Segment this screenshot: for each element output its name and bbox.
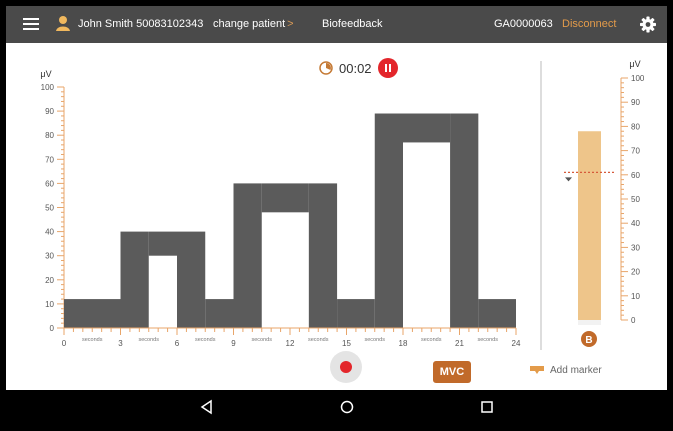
x-axis-unit-label: seconds (478, 337, 499, 343)
recents-icon[interactable] (477, 397, 497, 417)
meter-tick-label: 10 (631, 292, 640, 301)
meter-tick-label: 90 (631, 98, 640, 107)
home-icon[interactable] (337, 397, 357, 417)
meter-tick-label: 20 (631, 268, 640, 277)
emg-segment (148, 231, 177, 256)
emg-segment (64, 299, 121, 328)
x-tick-label: 24 (512, 339, 521, 348)
add-marker-label: Add marker (550, 365, 602, 376)
emg-segment (478, 299, 516, 328)
emg-segment (177, 231, 206, 328)
emg-segment (308, 183, 338, 328)
x-tick-label: 9 (231, 339, 236, 348)
x-tick-label: 12 (286, 339, 295, 348)
x-tick-label: 3 (118, 339, 123, 348)
marker-icon (530, 365, 544, 374)
chart-ylabel: μV (40, 69, 51, 79)
emg-chart: μV 0102030405060708090100 0 3 6 9 12 15 18 21 24… (40, 59, 645, 350)
top-bar: John Smith 50083102343 change patient > B… (6, 6, 667, 43)
meter-tick-label: 40 (631, 219, 640, 228)
y-tick-label: 40 (45, 228, 54, 237)
emg-segment (120, 231, 149, 328)
emg-segment (374, 113, 403, 328)
y-tick-label: 30 (45, 252, 54, 261)
meter-tick-label: 100 (631, 74, 645, 83)
mvc-button[interactable]: MVC (433, 361, 471, 383)
meter-tick-label: 70 (631, 147, 640, 156)
x-tick-label: 6 (175, 339, 180, 348)
threshold-arrow-icon[interactable] (565, 177, 572, 182)
x-axis-unit-label: seconds (82, 337, 103, 343)
page-title: Biofeedback (322, 18, 383, 30)
emg-segment (403, 113, 451, 143)
android-nav-bar (6, 390, 667, 425)
x-axis-unit-label: seconds (365, 337, 386, 343)
meter-tick-label: 50 (631, 195, 640, 204)
emg-segment (205, 299, 234, 328)
y-tick-label: 90 (45, 107, 54, 116)
meter-tick-label: 80 (631, 122, 640, 131)
emg-segment (233, 183, 262, 328)
emg-segment (450, 113, 479, 328)
x-axis-unit-label: seconds (308, 337, 329, 343)
record-button[interactable] (330, 351, 362, 383)
x-tick-label: 0 (62, 339, 67, 348)
channel-label: B (585, 335, 592, 346)
y-tick-label: 60 (45, 179, 54, 188)
y-tick-label: 0 (50, 324, 55, 333)
x-tick-label: 18 (399, 339, 408, 348)
app-window: John Smith 50083102343 change patient > B… (6, 6, 667, 425)
patient-icon (56, 6, 70, 43)
main-content: 00:02 μV 0 10 20 30 40 50 60 70 80 90 100 0 3 6 9 12 15… (6, 43, 667, 390)
y-tick-label: 50 (45, 204, 54, 213)
chevron-right-icon: > (287, 18, 294, 30)
x-tick-label: 21 (455, 339, 464, 348)
x-axis-unit-label: seconds (252, 337, 273, 343)
settings-gear-icon[interactable] (640, 6, 656, 43)
change-patient-link[interactable]: change patient > (213, 6, 294, 43)
meter-tick-label: 30 (631, 243, 640, 252)
y-tick-label: 70 (45, 155, 54, 164)
y-tick-label: 80 (45, 131, 54, 140)
back-icon[interactable] (197, 397, 217, 417)
y-tick-label: 20 (45, 276, 54, 285)
y-tick-label: 10 (45, 300, 54, 309)
x-axis-unit-label: seconds (421, 337, 442, 343)
device-id: GA0000063 (494, 18, 553, 30)
x-axis-unit-label: seconds (139, 337, 160, 343)
disconnect-button[interactable]: Disconnect (562, 6, 616, 43)
emg-level-bar (578, 131, 601, 320)
add-marker-button[interactable]: Add marker (530, 365, 602, 376)
emg-segment (261, 183, 309, 213)
meter-tick-label: 0 (631, 316, 636, 325)
change-patient-label: change patient (213, 18, 286, 30)
emg-segment (337, 299, 375, 328)
y-tick-label: 100 (41, 83, 55, 92)
menu-icon[interactable] (23, 18, 39, 30)
meter-ylabel: μV (629, 59, 640, 69)
meter-tick-label: 60 (631, 171, 640, 180)
x-tick-label: 15 (342, 339, 351, 348)
patient-name[interactable]: John Smith 50083102343 (78, 6, 203, 43)
x-axis-unit-label: seconds (195, 337, 216, 343)
